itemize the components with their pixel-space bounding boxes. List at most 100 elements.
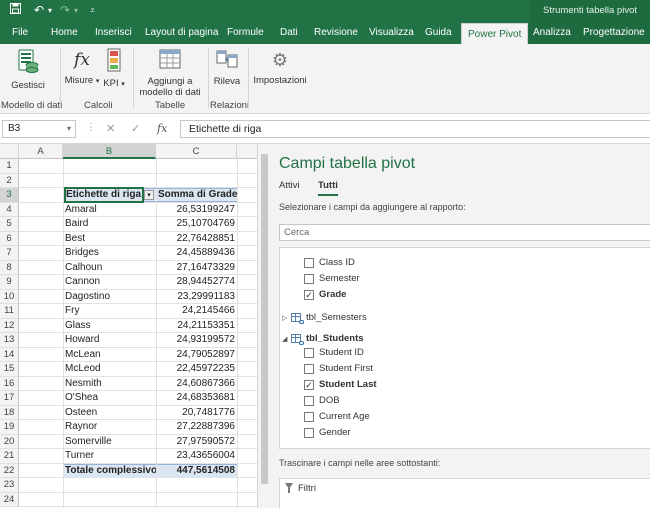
pivot-row-labels-header[interactable]: Etichette di riga [64,187,144,203]
undo-icon[interactable]: ↶ [34,3,44,17]
undo-dropdown-icon[interactable]: ▾ [48,6,52,15]
redo-dropdown-icon[interactable]: ▾ [74,6,78,15]
pivot-row-label[interactable]: McLean [65,348,155,362]
table-tbl-semesters[interactable]: tbl_Semesters [306,312,367,324]
pivot-row-label[interactable]: Best [65,232,155,246]
row-header[interactable]: 15 [0,362,19,377]
scrollbar-thumb[interactable] [261,154,268,484]
pivot-value-cell[interactable]: 23,43656004 [158,449,237,463]
pivot-row-label[interactable]: Amaral [65,203,155,217]
field-dob[interactable]: DOB [319,395,340,407]
field-student-id[interactable]: Student ID [319,347,364,359]
pivot-row-label[interactable]: Cannon [65,275,155,289]
pivot-row-label[interactable]: Turner [65,449,155,463]
pivot-row-label[interactable]: Calhoun [65,261,155,275]
row-header[interactable]: 11 [0,304,19,319]
tab-power-pivot[interactable]: Power Pivot [461,23,529,44]
enter-icon[interactable]: ✓ [131,122,140,135]
select-all-corner[interactable] [0,144,19,159]
tab-file[interactable]: File [12,22,28,44]
measures-button[interactable]: fx Misure ▾ [64,48,100,87]
expand-icon[interactable]: ▷ [282,314,287,322]
row-header[interactable]: 4 [0,202,19,217]
kpi-button[interactable]: KPI ▾ [102,48,126,90]
row-header[interactable]: 5 [0,217,19,232]
row-header[interactable]: 3 [0,188,19,203]
row-header[interactable]: 6 [0,231,19,246]
vertical-scrollbar[interactable] [257,144,271,508]
row-header[interactable]: 13 [0,333,19,348]
filter-dropdown-icon[interactable]: ▾ [144,190,154,200]
name-box[interactable]: B3 ▾ [2,120,76,138]
save-icon[interactable] [10,3,21,17]
row-header[interactable]: 14 [0,347,19,362]
pivot-row-label[interactable]: Osteen [65,406,155,420]
row-header[interactable]: 1 [0,159,19,174]
field-gender[interactable]: Gender [319,427,351,439]
tab-analizza[interactable]: Analizza [529,22,579,44]
pivot-row-label[interactable]: Bridges [65,246,155,260]
pivot-value-cell[interactable]: 24,68353681 [158,391,237,405]
checkbox-semester[interactable] [304,274,314,284]
pivot-value-cell[interactable]: 24,79052897 [158,348,237,362]
pivot-value-cell[interactable]: 27,97590572 [158,435,237,449]
worksheet-grid[interactable]: A B C 1 2 3 Etichette di riga ▾ Somma di Grad… [0,144,257,508]
tab-home[interactable]: Home [51,22,78,44]
pivot-value-cell[interactable]: 22,45972235 [158,362,237,376]
checkbox-student-first[interactable] [304,364,314,374]
row-header[interactable]: 7 [0,246,19,261]
pivot-row-label[interactable]: Dagostino [65,290,155,304]
pivot-row-label[interactable]: Raynor [65,420,155,434]
pivot-value-cell[interactable]: 20,7481776 [158,406,237,420]
manage-button[interactable]: Gestisci [6,48,50,91]
field-student-first[interactable]: Student First [319,363,373,375]
row-header[interactable]: 9 [0,275,19,290]
pivot-value-cell[interactable]: 27,22887396 [158,420,237,434]
row-header[interactable]: 10 [0,289,19,304]
row-header[interactable]: 22 [0,463,19,478]
pivot-row-label[interactable]: Baird [65,217,155,231]
grand-total-label[interactable]: Totale complessivo [65,464,157,478]
field-student-last[interactable]: Student Last [319,379,377,391]
pivot-value-cell[interactable]: 24,2145466 [158,304,237,318]
field-search-input[interactable]: Cerca [279,224,650,241]
row-header[interactable]: 20 [0,434,19,449]
table-tbl-students[interactable]: tbl_Students [306,333,364,345]
tab-dati[interactable]: Dati [280,22,298,44]
row-header[interactable]: 23 [0,478,19,493]
pivot-row-label[interactable]: Howard [65,333,155,347]
checkbox-grade[interactable]: ✓ [304,290,314,300]
checkbox-student-last[interactable]: ✓ [304,380,314,390]
filters-area[interactable]: Filtri [279,478,650,508]
redo-icon[interactable]: ↷ [60,3,70,17]
chevron-down-icon[interactable]: ▾ [67,121,71,137]
checkbox-gender[interactable] [304,428,314,438]
pivot-row-label[interactable]: Somerville [65,435,155,449]
pivot-value-cell[interactable]: 24,21153351 [158,319,237,333]
row-header[interactable]: 8 [0,260,19,275]
grand-total-value[interactable]: 447,5614508 [158,464,237,478]
row-header[interactable]: 24 [0,492,19,507]
pivot-row-label[interactable]: Fry [65,304,155,318]
field-current-age[interactable]: Current Age [319,411,370,423]
column-header-b[interactable]: B [63,144,156,159]
row-header[interactable]: 19 [0,420,19,435]
pivot-value-cell[interactable]: 23,29991183 [158,290,237,304]
row-header[interactable]: 12 [0,318,19,333]
tab-inserisci[interactable]: Inserisci [95,22,132,44]
field-grade[interactable]: Grade [319,289,346,301]
field-list[interactable]: Class ID Semester ✓ Grade ▷ tbl_Semester… [279,247,650,449]
pivot-value-cell[interactable]: 24,60867366 [158,377,237,391]
pivot-row-label[interactable]: O'Shea [65,391,155,405]
tab-progettazione[interactable]: Progettazione [579,22,650,44]
row-header[interactable]: 17 [0,391,19,406]
tab-revisione[interactable]: Revisione [314,22,358,44]
pivot-row-label[interactable]: Glass [65,319,155,333]
row-header[interactable]: 2 [0,173,19,188]
row-header[interactable]: 16 [0,376,19,391]
tab-visualizza[interactable]: Visualizza [369,22,414,44]
tab-layout-di-pagina[interactable]: Layout di pagina [145,22,218,44]
column-header-a[interactable]: A [19,144,63,159]
pivot-row-label[interactable]: Nesmith [65,377,155,391]
column-header-c[interactable]: C [156,144,237,159]
